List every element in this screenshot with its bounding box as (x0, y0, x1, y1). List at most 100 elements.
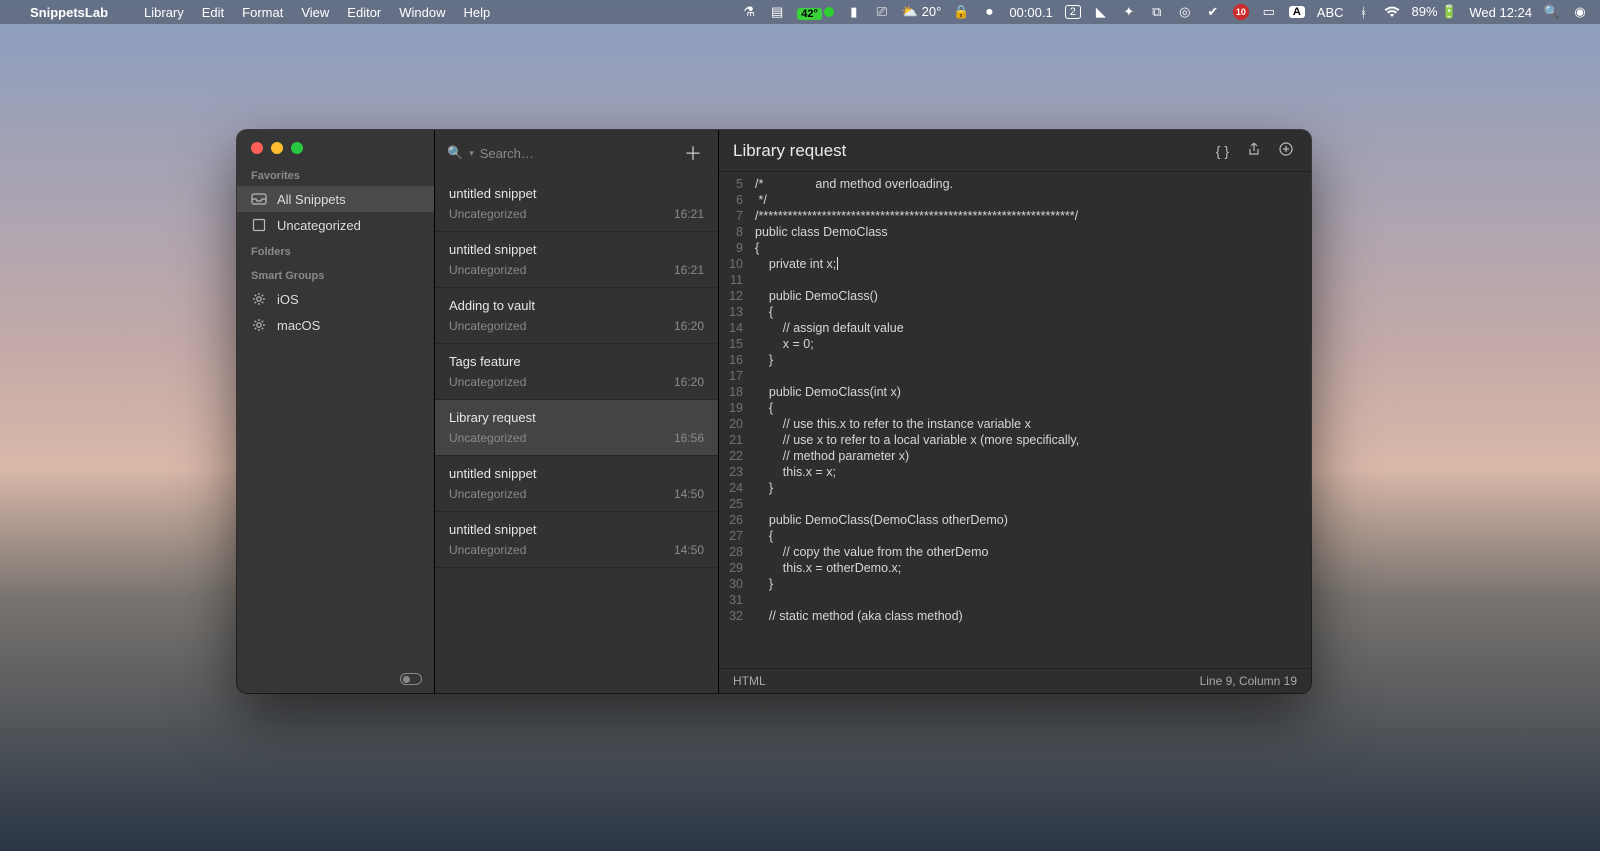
snippet-title: Adding to vault (449, 298, 704, 313)
code-content[interactable]: /* and method overloading. */ /*********… (749, 172, 1311, 668)
search-field[interactable]: 🔍▾ (447, 145, 672, 161)
snippet-category: Uncategorized (449, 207, 526, 221)
menu-format[interactable]: Format (242, 5, 283, 20)
menu-library[interactable]: Library (144, 5, 184, 20)
timer-widget[interactable]: 00:00.1 (1009, 5, 1052, 20)
snippet-category: Uncategorized (449, 263, 526, 277)
snippet-category: Uncategorized (449, 375, 526, 389)
snippet-title: untitled snippet (449, 522, 704, 537)
sidebar-item-uncategorized[interactable]: Uncategorized (237, 212, 434, 238)
snippet-list-item[interactable]: Adding to vault Uncategorized 16:20 (435, 288, 718, 344)
window-controls (237, 130, 434, 162)
snippet-list: untitled snippetUncategorized16:21untitl… (435, 176, 718, 693)
snippet-title[interactable]: Library request (733, 141, 1202, 161)
gear-icon (251, 317, 267, 333)
snippet-title: untitled snippet (449, 186, 704, 201)
dropbox-icon[interactable]: ⧉ (1149, 4, 1165, 20)
snippet-time: 16:21 (674, 263, 704, 277)
disk-icon[interactable]: ⎚ (874, 4, 890, 20)
snippet-title: untitled snippet (449, 242, 704, 257)
app-name[interactable]: SnippetsLab (30, 5, 108, 20)
zoom-button[interactable] (291, 142, 303, 154)
search-icon: 🔍 (447, 145, 463, 161)
keyboard-layout[interactable]: ABC (1317, 5, 1344, 20)
snippet-title: Library request (449, 410, 704, 425)
snippet-time: 16:56 (674, 431, 704, 445)
camera-icon[interactable]: ◎ (1177, 4, 1193, 20)
workspace-indicator[interactable]: 2 (1065, 5, 1081, 19)
braces-icon[interactable]: { } (1212, 139, 1233, 163)
snippet-list-item[interactable]: untitled snippet Uncategorized 16:21 (435, 176, 718, 232)
close-button[interactable] (251, 142, 263, 154)
cursor-position: Line 9, Column 19 (1200, 674, 1297, 688)
snippetslab-window: Favorites All Snippets Uncategorized Fold… (237, 130, 1311, 693)
menubar-status-area: ⚗ ▤ 42° ▮ ⎚ ⛅ 20° 🔒 ⏺ 00:00.1 2 ◣ ✦ ⧉ ◎ … (741, 4, 1588, 20)
airplay-icon[interactable]: ▭ (1261, 4, 1277, 20)
snippet-title: untitled snippet (449, 466, 704, 481)
notification-badge[interactable]: 10 (1233, 4, 1249, 20)
minimize-button[interactable] (271, 142, 283, 154)
code-editor[interactable]: 5678910111213141516171819202122232425262… (719, 172, 1311, 668)
flask-icon[interactable]: ⚗ (741, 4, 757, 20)
sidebar-item-label: All Snippets (277, 192, 346, 207)
snippet-time: 16:20 (674, 375, 704, 389)
snippet-category: Uncategorized (449, 431, 526, 445)
weather-widget[interactable]: ⛅ 20° (902, 4, 941, 20)
temp-badge[interactable]: 42° (797, 5, 834, 20)
tray-icon (251, 191, 267, 207)
sidebar-item-all-snippets[interactable]: All Snippets (237, 186, 434, 212)
snippet-time: 14:50 (674, 543, 704, 557)
sidebar-item-label: Uncategorized (277, 218, 361, 233)
sidebar-item-label: macOS (277, 318, 320, 333)
snippet-time: 16:21 (674, 207, 704, 221)
record-icon[interactable]: ⏺ (981, 4, 997, 20)
wifi-icon[interactable] (1384, 4, 1400, 20)
menu-view[interactable]: View (301, 5, 329, 20)
snippet-time: 16:20 (674, 319, 704, 333)
search-input[interactable] (480, 146, 672, 161)
spotlight-icon[interactable]: 🔍 (1544, 4, 1560, 20)
bluetooth-icon[interactable]: ᚼ (1356, 4, 1372, 20)
control-center-icon[interactable]: ◉ (1572, 4, 1588, 20)
stats-icon[interactable]: ▮ (846, 4, 862, 20)
snippet-list-item[interactable]: untitled snippet Uncategorized 14:50 (435, 512, 718, 568)
menu-window[interactable]: Window (399, 5, 445, 20)
snippet-title: Tags feature (449, 354, 704, 369)
snippet-time: 14:50 (674, 487, 704, 501)
battery-widget[interactable]: 89% 🔋 (1412, 4, 1458, 20)
menu-editor[interactable]: Editor (347, 5, 381, 20)
new-snippet-button[interactable]: ＋ (680, 140, 706, 166)
lock-icon[interactable]: 🔒 (953, 4, 969, 20)
gear-icon (251, 291, 267, 307)
sidebar-toggle[interactable] (400, 673, 422, 685)
macos-menubar: SnippetsLab Library Edit Format View Editor W… (0, 0, 1600, 24)
snippet-category: Uncategorized (449, 487, 526, 501)
editor-column: Library request { } 56789101112131415161… (719, 130, 1311, 693)
news-icon[interactable]: ▤ (769, 4, 785, 20)
menu-help[interactable]: Help (464, 5, 491, 20)
snippet-list-item[interactable]: Tags feature Uncategorized 16:20 (435, 344, 718, 400)
add-fragment-icon[interactable] (1275, 138, 1297, 163)
snippet-list-item[interactable]: Library request Uncategorized 16:56 (435, 400, 718, 456)
check-icon[interactable]: ✔ (1205, 4, 1221, 20)
input-mode[interactable]: A (1289, 6, 1305, 18)
language-indicator[interactable]: HTML (733, 674, 766, 688)
menu-edit[interactable]: Edit (202, 5, 224, 20)
sidebar-item-macos[interactable]: macOS (237, 312, 434, 338)
snippet-list-column: 🔍▾ ＋ untitled snippetUncategorized16:21u… (435, 130, 719, 693)
chevron-down-icon: ▾ (469, 148, 474, 159)
snippet-list-item[interactable]: untitled snippet Uncategorized 14:50 (435, 456, 718, 512)
line-gutter: 5678910111213141516171819202122232425262… (719, 172, 749, 668)
share-icon[interactable] (1243, 138, 1265, 163)
snippet-category: Uncategorized (449, 543, 526, 557)
clock[interactable]: Wed 12:24 (1469, 5, 1532, 20)
sidebar-item-label: iOS (277, 292, 299, 307)
paperplane-icon[interactable]: ◣ (1093, 4, 1109, 20)
snippet-list-item[interactable]: untitled snippet Uncategorized 16:21 (435, 232, 718, 288)
favorites-label: Favorites (237, 162, 434, 186)
cluster-icon[interactable]: ✦ (1121, 4, 1137, 20)
box-icon (251, 217, 267, 233)
sidebar-item-ios[interactable]: iOS (237, 286, 434, 312)
snippet-category: Uncategorized (449, 319, 526, 333)
folders-label: Folders (237, 238, 434, 262)
